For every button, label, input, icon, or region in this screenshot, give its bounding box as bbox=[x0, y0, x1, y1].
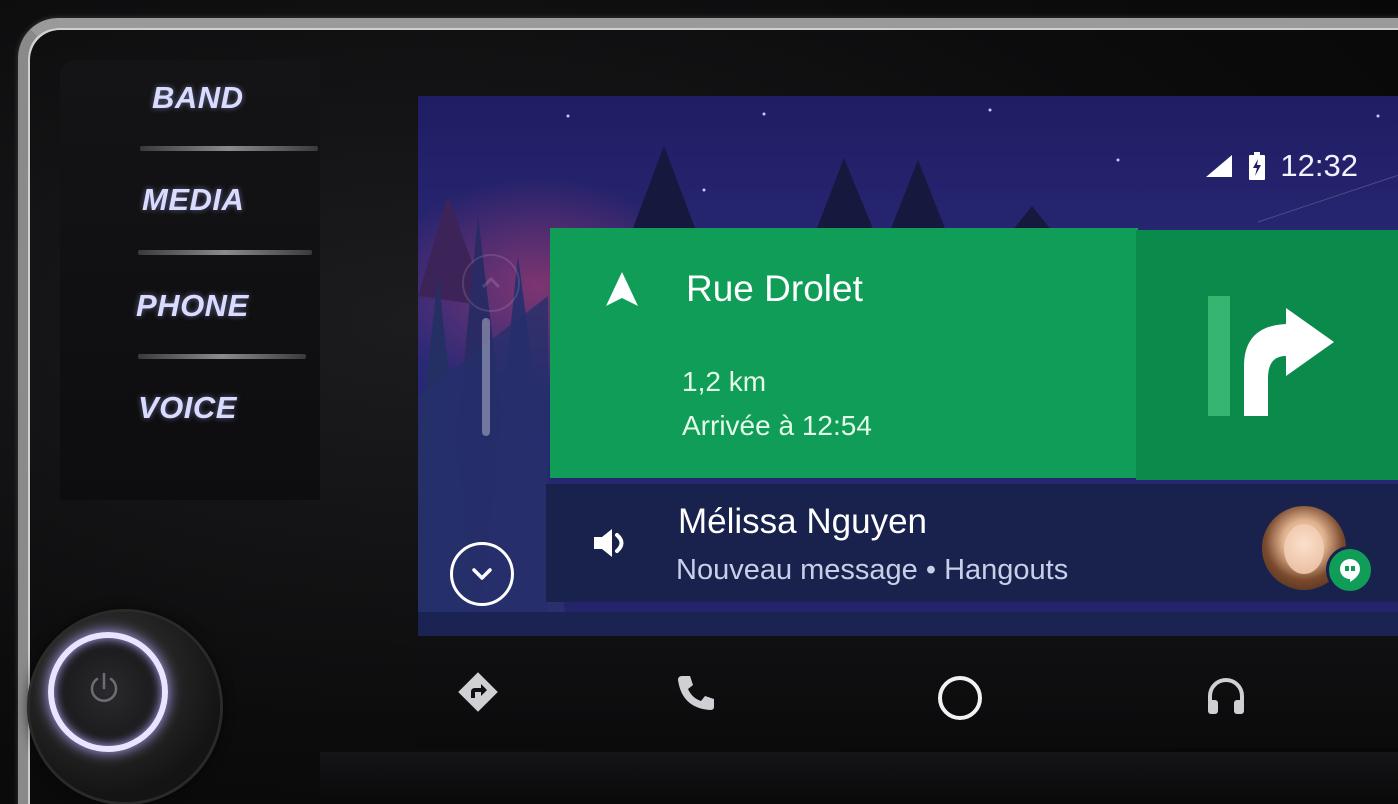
status-bar: 12:32 bbox=[1204, 148, 1358, 184]
bottom-nav-bar bbox=[414, 636, 1398, 748]
status-time: 12:32 bbox=[1280, 148, 1358, 183]
battery-charging-icon bbox=[1249, 152, 1266, 180]
button-divider bbox=[138, 354, 306, 359]
chevron-up-icon bbox=[481, 276, 501, 289]
hangouts-icon bbox=[1340, 559, 1360, 582]
screen-bottom-strip bbox=[418, 612, 1398, 636]
navigation-icon[interactable] bbox=[456, 670, 500, 714]
street-name: Rue Drolet bbox=[686, 268, 863, 309]
chevron-down-icon bbox=[472, 568, 492, 580]
lower-bezel bbox=[320, 752, 1398, 804]
car-dashboard: BAND MEDIA PHONE VOICE 12:32 Rue Drolet … bbox=[0, 0, 1398, 804]
headphones-icon[interactable] bbox=[1204, 674, 1248, 718]
phone-button[interactable]: PHONE bbox=[136, 288, 249, 324]
media-button[interactable]: MEDIA bbox=[142, 182, 244, 218]
power-icon bbox=[90, 672, 118, 702]
button-divider bbox=[138, 250, 312, 255]
message-card[interactable]: Mélissa Nguyen Nouveau message • Hangout… bbox=[546, 484, 1398, 602]
turn-right-icon bbox=[1208, 296, 1334, 416]
maneuver-panel[interactable] bbox=[1136, 230, 1398, 480]
hardware-button-panel bbox=[60, 60, 320, 500]
navigation-card[interactable]: Rue Drolet 1,2 km Arrivée à 12:54 bbox=[550, 228, 1138, 478]
avatar-face bbox=[1284, 524, 1324, 574]
navigation-arrow-icon bbox=[606, 272, 638, 306]
signal-icon bbox=[1206, 155, 1233, 177]
scroll-up-button[interactable] bbox=[462, 254, 520, 312]
distance: 1,2 km bbox=[682, 366, 767, 397]
hangouts-badge bbox=[1326, 546, 1374, 594]
home-icon[interactable] bbox=[934, 672, 986, 724]
message-sender: Mélissa Nguyen bbox=[678, 502, 927, 541]
band-button[interactable]: BAND bbox=[152, 80, 244, 116]
speaker-icon bbox=[594, 529, 624, 557]
message-subtitle: Nouveau message • Hangouts bbox=[676, 554, 1069, 586]
button-divider bbox=[140, 146, 318, 151]
scroll-down-button[interactable] bbox=[450, 542, 514, 606]
arrival-time: Arrivée à 12:54 bbox=[682, 410, 872, 441]
android-auto-screen: 12:32 Rue Drolet 1,2 km Arrivée à 12:54 bbox=[418, 96, 1398, 636]
phone-icon[interactable] bbox=[674, 670, 718, 714]
scroll-track[interactable] bbox=[482, 318, 490, 436]
voice-button[interactable]: VOICE bbox=[138, 390, 237, 426]
